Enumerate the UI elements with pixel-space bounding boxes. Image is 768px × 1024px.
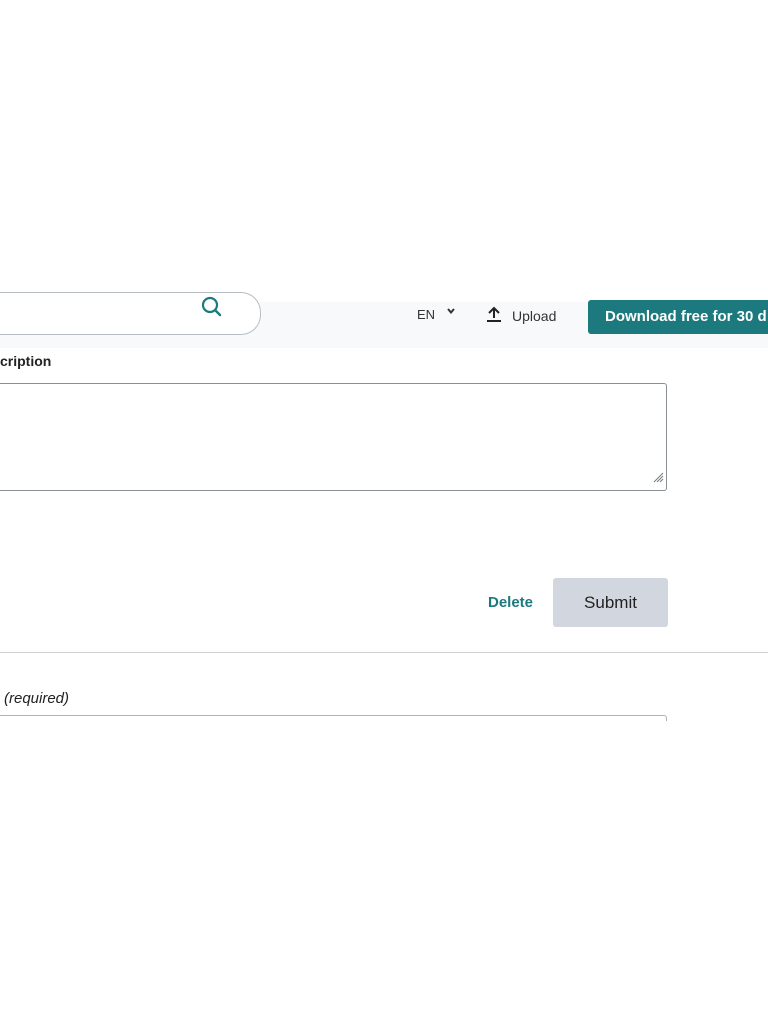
description-label: cription: [0, 353, 52, 369]
search-icon[interactable]: [199, 294, 225, 325]
upload-label: Upload: [512, 307, 557, 324]
required-field-label: (required): [4, 690, 70, 707]
delete-button[interactable]: Delete: [488, 594, 533, 611]
search-input[interactable]: [0, 292, 261, 335]
blank-area: [0, 721, 768, 1024]
upload-icon: [485, 305, 503, 326]
upload-button[interactable]: Upload: [485, 305, 556, 326]
chevron-down-icon: [446, 306, 456, 319]
divider: [0, 652, 768, 653]
resize-handle-icon[interactable]: [652, 470, 664, 488]
top-header: EN Upload Download free for 30 d: [0, 292, 768, 348]
submit-button[interactable]: Submit: [553, 578, 668, 627]
language-label: EN: [417, 307, 436, 322]
description-textarea[interactable]: [0, 383, 667, 491]
download-free-button[interactable]: Download free for 30 d: [588, 300, 768, 334]
